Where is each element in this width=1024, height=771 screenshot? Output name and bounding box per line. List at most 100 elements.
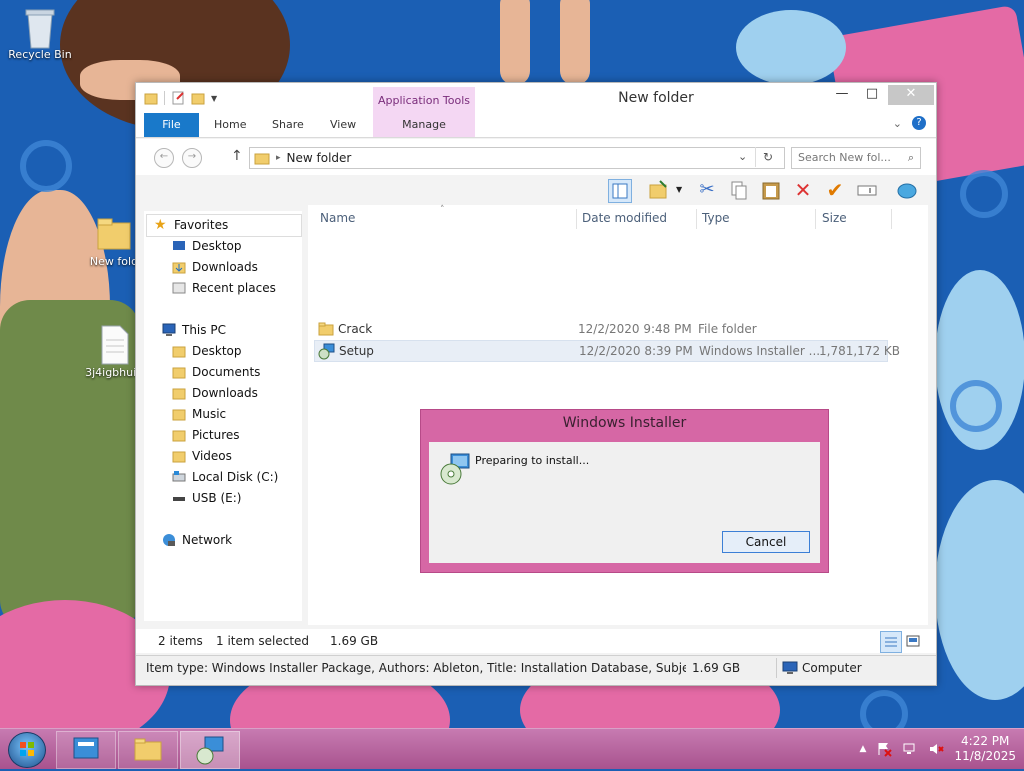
refresh-button[interactable]: ↻ bbox=[755, 147, 780, 167]
navigation-pane: ★ Favorites Desktop Downloads Recent pla… bbox=[144, 211, 302, 621]
back-button[interactable]: ← bbox=[154, 148, 174, 168]
expand-ribbon-icon[interactable]: ⌄ bbox=[893, 117, 902, 130]
tab-manage[interactable]: Manage bbox=[373, 113, 475, 137]
file-row-crack[interactable]: Crack 12/2/2020 9:48 PM File folder bbox=[314, 319, 886, 339]
taskbar-windows-installer[interactable] bbox=[180, 731, 240, 769]
new-folder-icon[interactable] bbox=[191, 91, 205, 105]
windows-installer-icon bbox=[196, 736, 224, 765]
nav-label: Desktop bbox=[192, 344, 242, 358]
organize-dropdown-icon[interactable]: ▼ bbox=[676, 179, 686, 201]
nav-this-pc[interactable]: This PC bbox=[162, 320, 226, 340]
quick-access-toolbar: ▼ bbox=[144, 91, 217, 105]
volume-muted-icon[interactable] bbox=[928, 741, 945, 757]
folder-icon bbox=[144, 93, 158, 105]
start-button[interactable] bbox=[8, 732, 46, 768]
videos-folder-icon bbox=[172, 451, 186, 463]
address-bar: ← → ↑ ▸ New folder ⌄ ↻ Search New fol...… bbox=[136, 139, 936, 175]
breadcrumb-chevron-icon: ▸ bbox=[276, 153, 281, 163]
tab-share[interactable]: Share bbox=[272, 113, 304, 137]
selection-count: 1 item selected bbox=[216, 634, 310, 648]
windows-logo-icon bbox=[20, 742, 34, 756]
large-icons-view-icon[interactable] bbox=[904, 632, 922, 650]
close-button[interactable]: ✕ bbox=[888, 85, 934, 105]
breadcrumb-segment[interactable]: New folder bbox=[287, 151, 352, 165]
recent-places-icon bbox=[172, 282, 186, 294]
search-input[interactable]: Search New fol... ⌕ bbox=[791, 147, 921, 169]
up-button[interactable]: ↑ bbox=[231, 148, 243, 164]
column-header-date[interactable]: Date modified bbox=[582, 211, 667, 225]
cut-icon[interactable]: ✂ bbox=[696, 179, 718, 201]
nav-favorites[interactable]: ★ Favorites bbox=[154, 215, 229, 235]
desktop-icon bbox=[173, 241, 185, 250]
tab-view[interactable]: View bbox=[330, 113, 356, 137]
nav-label: Favorites bbox=[174, 218, 229, 232]
nav-favorites-desktop[interactable]: Desktop bbox=[172, 236, 242, 256]
tab-home[interactable]: Home bbox=[214, 113, 246, 137]
file-row-setup[interactable]: Setup 12/2/2020 8:39 PM Windows Installe… bbox=[314, 340, 900, 362]
nav-favorites-recent[interactable]: Recent places bbox=[172, 278, 276, 298]
delete-icon[interactable]: ✕ bbox=[792, 179, 814, 201]
nav-pc-documents[interactable]: Documents bbox=[172, 362, 260, 382]
nav-label: USB (E:) bbox=[192, 491, 242, 505]
windows-installer-icon bbox=[318, 343, 335, 360]
column-header-size[interactable]: Size bbox=[822, 211, 847, 225]
copy-icon[interactable] bbox=[728, 179, 750, 201]
file-date: 12/2/2020 9:48 PM bbox=[578, 322, 692, 336]
address-field[interactable]: ▸ New folder ⌄ bbox=[249, 147, 785, 169]
title-bar[interactable]: ▼ Application Tools New folder — □ ✕ bbox=[136, 83, 936, 115]
help-icon[interactable]: ? bbox=[912, 116, 926, 130]
folder-icon bbox=[172, 367, 186, 379]
shell-icon[interactable] bbox=[896, 179, 918, 201]
nav-pc-downloads[interactable]: Downloads bbox=[172, 383, 258, 403]
folder-icon bbox=[318, 322, 334, 336]
action-center-flag-icon[interactable] bbox=[876, 741, 893, 757]
taskbar-file-explorer[interactable] bbox=[118, 731, 178, 769]
search-icon: ⌕ bbox=[907, 151, 914, 164]
taskbar-server-manager[interactable] bbox=[56, 731, 116, 769]
show-hidden-icons-icon[interactable]: ▲ bbox=[860, 744, 867, 754]
file-name: Setup bbox=[339, 344, 374, 358]
nav-label: Videos bbox=[192, 449, 232, 463]
pictures-folder-icon bbox=[172, 430, 186, 442]
nav-pc-desktop[interactable]: Desktop bbox=[172, 341, 242, 361]
nav-pc-videos[interactable]: Videos bbox=[172, 446, 232, 466]
properties-check-icon[interactable]: ✔ bbox=[824, 179, 846, 201]
move-folder-icon[interactable] bbox=[648, 179, 670, 201]
nav-label: Documents bbox=[192, 365, 261, 379]
column-header-name[interactable]: Name bbox=[320, 211, 355, 225]
windows-installer-icon bbox=[440, 453, 470, 485]
column-header-type[interactable]: Type bbox=[702, 211, 730, 225]
item-details: Item type: Windows Installer Package, Au… bbox=[146, 661, 686, 675]
paste-icon[interactable] bbox=[760, 179, 782, 201]
address-dropdown-icon[interactable]: ⌄ bbox=[738, 150, 747, 163]
properties-icon[interactable] bbox=[171, 91, 185, 105]
clock[interactable]: 4:22 PM 11/8/2025 bbox=[954, 734, 1016, 764]
ribbon-tabs: File Home Share View Manage ⌄ ? bbox=[136, 113, 936, 138]
minimize-button[interactable]: — bbox=[828, 85, 856, 105]
rename-icon[interactable] bbox=[856, 179, 878, 201]
nav-pc-local-disk[interactable]: Local Disk (C:) bbox=[172, 467, 278, 487]
folder-icon bbox=[172, 346, 186, 358]
item-count: 2 items bbox=[158, 634, 203, 648]
clock-date: 11/8/2025 bbox=[954, 749, 1016, 763]
downloads-folder-icon bbox=[172, 262, 186, 274]
tab-file[interactable]: File bbox=[144, 113, 199, 137]
desktop-icon-recycle-bin[interactable]: Recycle Bin bbox=[2, 6, 78, 61]
details-view-icon[interactable] bbox=[880, 631, 902, 653]
details-location: Computer bbox=[802, 661, 862, 675]
network-status-icon[interactable] bbox=[902, 741, 918, 757]
nav-label: Network bbox=[182, 533, 233, 547]
maximize-button[interactable]: □ bbox=[858, 85, 886, 105]
nav-pc-music[interactable]: Music bbox=[172, 404, 226, 424]
cancel-button[interactable]: Cancel bbox=[722, 531, 810, 553]
music-folder-icon bbox=[172, 409, 186, 421]
forward-button[interactable]: → bbox=[182, 148, 202, 168]
nav-pc-usb[interactable]: USB (E:) bbox=[172, 488, 241, 508]
qat-dropdown-icon[interactable]: ▼ bbox=[211, 94, 217, 103]
nav-network[interactable]: Network bbox=[162, 530, 232, 550]
preview-pane-icon[interactable] bbox=[608, 179, 632, 203]
nav-pc-pictures[interactable]: Pictures bbox=[172, 425, 240, 445]
nav-favorites-downloads[interactable]: Downloads bbox=[172, 257, 258, 277]
local-disk-icon bbox=[172, 471, 186, 482]
system-tray: ▲ 4:22 PM 11/8/2025 bbox=[860, 733, 1016, 765]
